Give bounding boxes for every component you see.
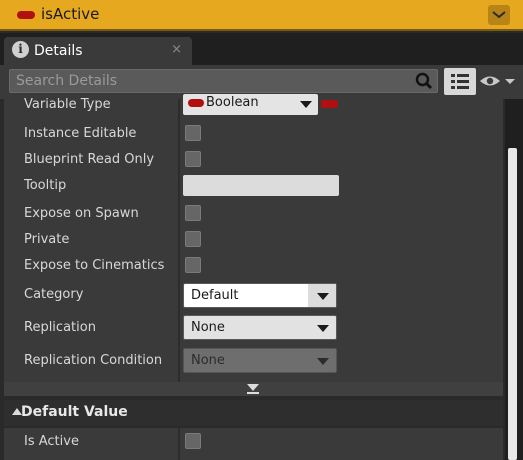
property-category: Category Default	[4, 282, 503, 310]
expose-to-cinematics-checkbox[interactable]	[185, 257, 201, 273]
property-expose-to-cinematics: Expose to Cinematics	[4, 256, 503, 280]
property-instance-editable: Instance Editable	[4, 124, 503, 148]
column-divider	[178, 428, 180, 460]
chevron-down-icon	[317, 293, 329, 300]
replication-condition-value: None	[191, 353, 225, 368]
expose-on-spawn-checkbox[interactable]	[185, 205, 201, 221]
property-private: Private	[4, 230, 503, 254]
property-replication-condition: Replication Condition None	[4, 347, 503, 375]
scrollbar-thumb[interactable]	[508, 148, 517, 460]
tab-details[interactable]: i Details ×	[4, 37, 192, 65]
property-label: Replication	[24, 320, 96, 335]
advanced-expander[interactable]	[4, 382, 503, 396]
expand-bar-icon	[247, 392, 259, 394]
variable-type-value: Boolean	[206, 95, 259, 110]
private-checkbox[interactable]	[185, 231, 201, 247]
property-label: Is Active	[24, 434, 79, 449]
chevron-down-icon	[317, 358, 329, 365]
property-variable-type: Variable Type Boolean	[4, 94, 503, 115]
property-tooltip: Tooltip	[4, 175, 503, 199]
is-active-checkbox[interactable]	[185, 433, 201, 449]
replication-dropdown[interactable]: None	[183, 315, 337, 340]
collapse-button[interactable]	[488, 5, 510, 25]
section-default-value[interactable]: Default Value	[4, 400, 503, 426]
info-icon: i	[12, 41, 29, 58]
category-value: Default	[191, 288, 239, 303]
replication-condition-dropdown: None	[183, 348, 337, 373]
boolean-pin-icon	[17, 11, 35, 19]
instance-editable-checkbox[interactable]	[185, 125, 201, 141]
property-label: Expose to Cinematics	[24, 258, 165, 273]
chevron-down-icon	[317, 325, 329, 332]
tooltip-input[interactable]	[183, 175, 339, 196]
replication-value: None	[191, 320, 225, 335]
variable-type-dropdown[interactable]: Boolean	[183, 94, 318, 115]
search-icon	[415, 72, 433, 90]
close-tab-button[interactable]: ×	[171, 42, 182, 57]
boolean-pin-icon	[188, 99, 204, 107]
details-panel: Variable Type Boolean Instance Editable …	[4, 94, 503, 382]
eye-icon	[480, 76, 515, 86]
view-options-button[interactable]	[479, 73, 517, 93]
chevron-down-icon	[492, 11, 506, 19]
property-label: Tooltip	[24, 178, 67, 193]
search-input[interactable]: Search Details	[9, 69, 438, 93]
variable-header[interactable]: isActive	[0, 0, 523, 31]
blueprint-read-only-checkbox[interactable]	[185, 151, 201, 167]
property-expose-on-spawn: Expose on Spawn	[4, 204, 503, 228]
expand-arrow-icon	[247, 384, 259, 391]
property-label: Blueprint Read Only	[24, 152, 155, 167]
grid-view-icon	[451, 73, 469, 89]
property-label: Private	[24, 232, 70, 247]
property-label: Expose on Spawn	[24, 206, 139, 221]
property-replication: Replication None	[4, 314, 503, 342]
search-placeholder: Search Details	[16, 73, 118, 89]
property-label: Variable Type	[24, 97, 111, 112]
tab-strip: i Details ×	[0, 33, 523, 65]
tab-label: Details	[34, 43, 83, 59]
property-label: Instance Editable	[24, 126, 137, 141]
grid-view-button[interactable]	[444, 68, 476, 95]
property-label: Category	[24, 287, 84, 302]
property-blueprint-read-only: Blueprint Read Only	[4, 150, 503, 174]
container-type-button[interactable]	[321, 100, 338, 108]
category-combo[interactable]: Default	[183, 283, 337, 308]
property-label: Replication Condition	[24, 353, 163, 368]
variable-name: isActive	[41, 5, 100, 23]
section-title: Default Value	[21, 404, 128, 420]
chevron-down-icon	[300, 101, 312, 108]
default-value-panel: Is Active	[4, 428, 503, 460]
